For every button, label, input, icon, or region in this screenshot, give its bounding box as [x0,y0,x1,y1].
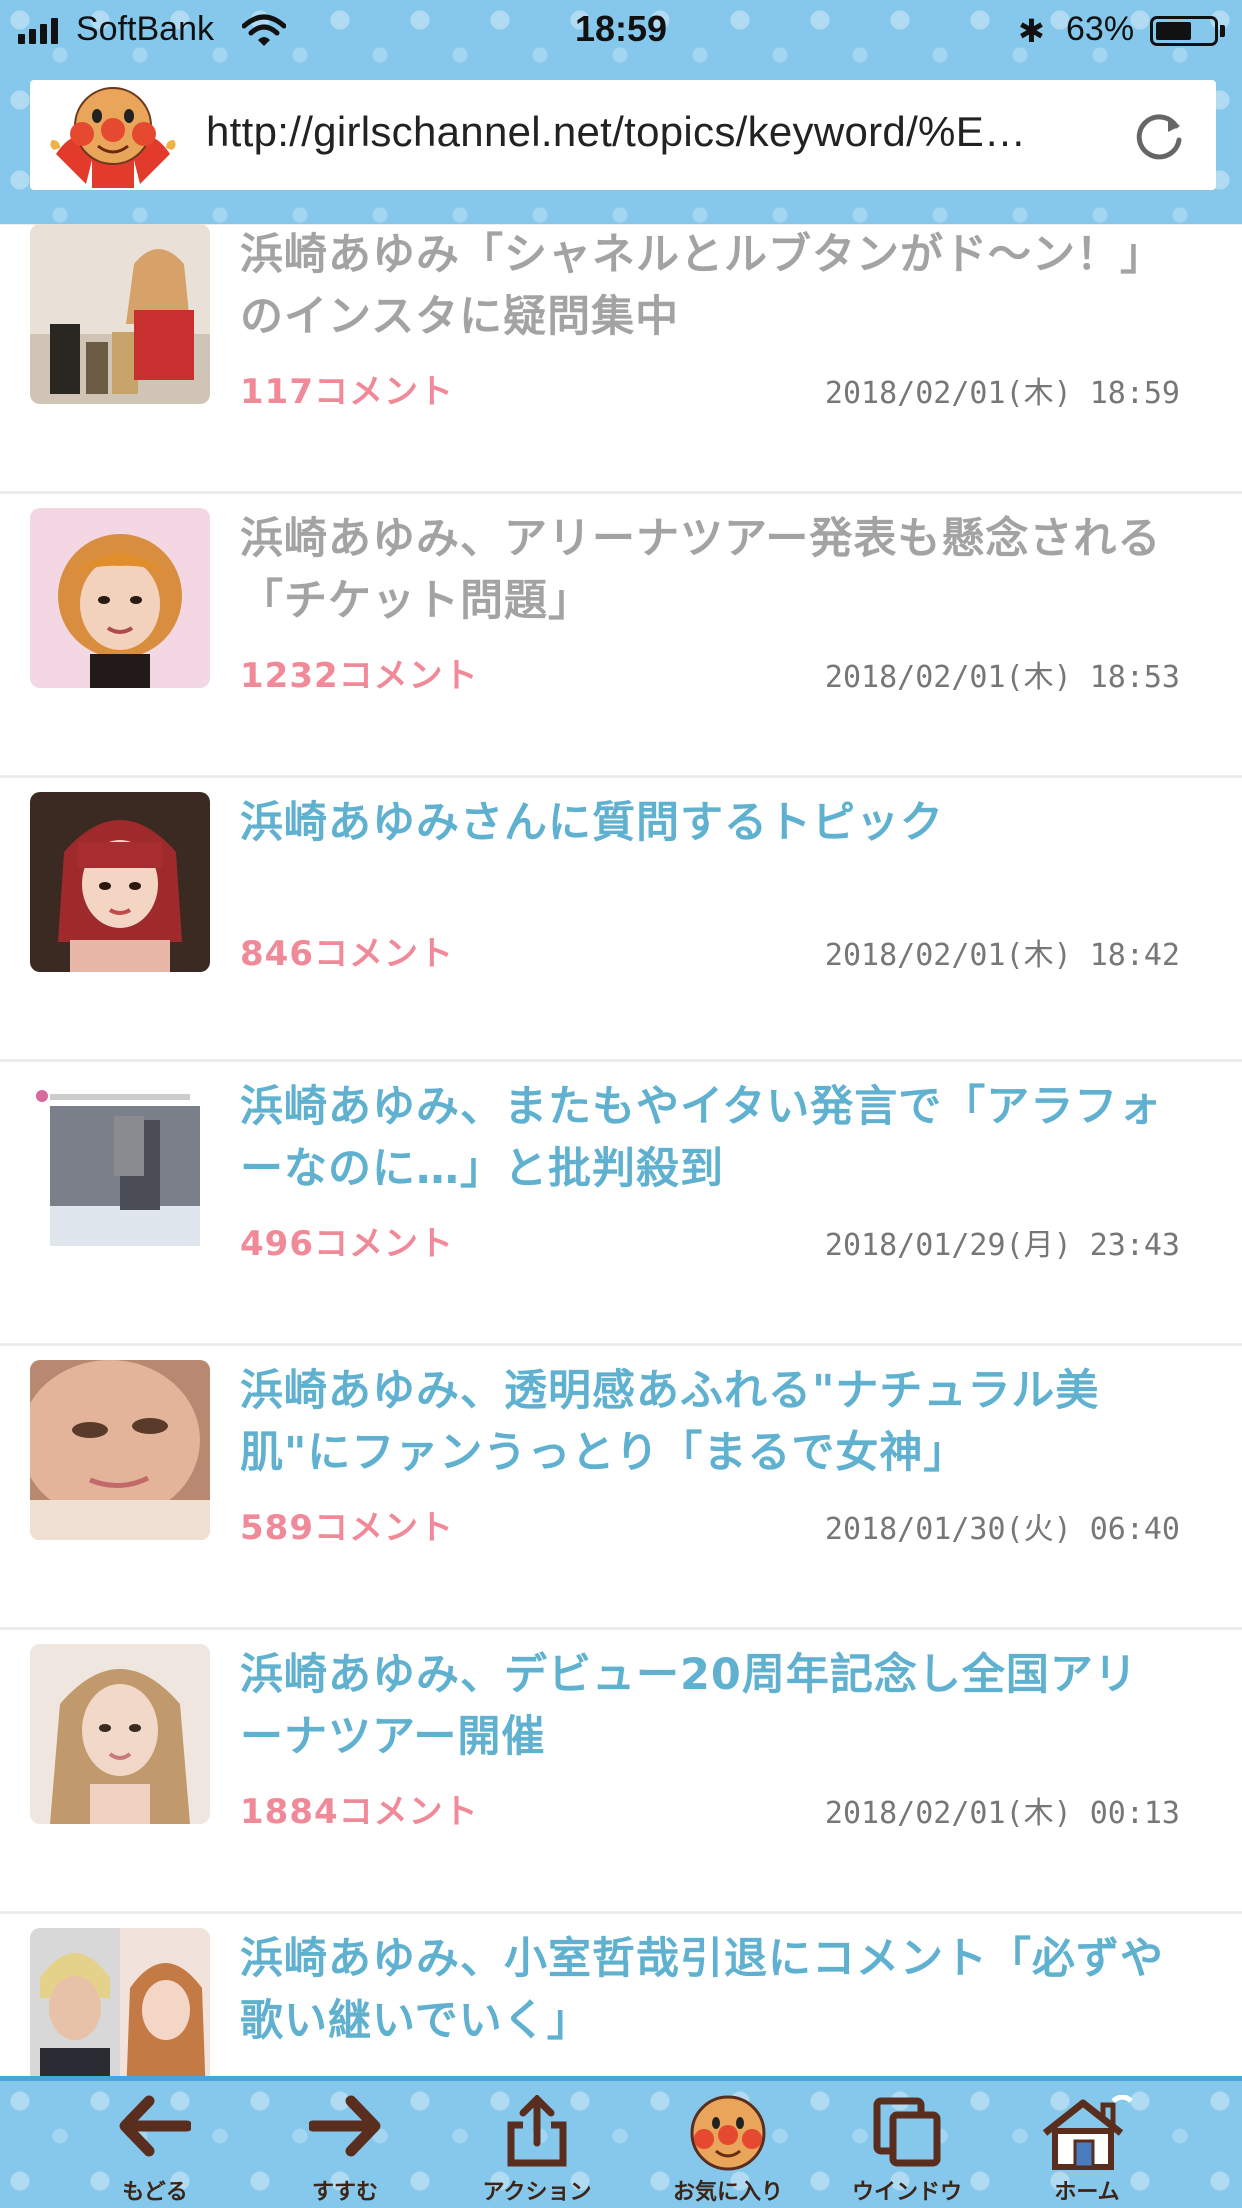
topic-date: 2018/02/01(木) 18:53 [824,660,1180,695]
forward-label: すすむ [311,2180,378,2205]
status-time: 18:59 [574,8,668,49]
topic-thumbnail[interactable] [30,1644,210,1824]
topic-item[interactable]: 浜崎あゆみ、透明感あふれる"ナチュラル美肌"にファンうっとり「まるで女神」 58… [0,1346,1242,1630]
action-button[interactable]: アクション [452,2081,622,2208]
back-arrow-icon [119,2095,191,2157]
topic-date: 2018/02/01(木) 18:59 [824,376,1180,411]
topic-item[interactable]: 浜崎あゆみ、小室哲哉引退にコメント「必ずや歌い継いでいく」 [0,1914,1242,2076]
reload-icon[interactable] [1130,106,1188,164]
anpanman-favorites-icon [690,2095,766,2171]
topic-thumbnail[interactable] [30,1076,210,1256]
topic-item[interactable]: 浜崎あゆみ「シャネルとルブタンがド〜ン！」のインスタに疑問集中 117コメント … [0,224,1242,494]
forward-button[interactable]: すすむ [260,2081,430,2208]
window-button[interactable]: ウインドウ [822,2081,992,2208]
forward-arrow-icon [309,2095,381,2157]
comment-count: 496コメント [240,1224,454,1264]
battery-percent: 63% [1066,10,1135,48]
topic-thumbnail[interactable] [30,1360,210,1540]
bluetooth-icon: ✱ [1018,12,1045,50]
topic-title[interactable]: 浜崎あゆみ、デビュー20周年記念し全国アリーナツアー開催 [240,1644,1180,1768]
anpanman-mascot-icon[interactable] [46,84,180,188]
topic-date: 2018/01/30(火) 06:40 [824,1512,1180,1547]
url-text[interactable]: http://girlschannel.net/topics/keyword/%… [206,108,1126,156]
home-icon [1042,2095,1133,2170]
topic-item[interactable]: 浜崎あゆみ、またもやイタい発言で「アラフォーなのに…」と批判殺到 496コメント… [0,1062,1242,1346]
topic-thumbnail[interactable] [30,508,210,688]
topic-title[interactable]: 浜崎あゆみ、小室哲哉引退にコメント「必ずや歌い継いでいく」 [240,1928,1180,2052]
back-label: もどる [122,2180,188,2205]
battery-cap [1220,25,1225,37]
home-label: ホーム [1054,2180,1120,2205]
topic-title[interactable]: 浜崎あゆみ、またもやイタい発言で「アラフォーなのに…」と批判殺到 [240,1076,1180,1200]
browser-header: SoftBank 18:59 ✱ 63% http://girlschannel… [0,0,1242,224]
topic-item[interactable]: 浜崎あゆみ、デビュー20周年記念し全国アリーナツアー開催 1884コメント 20… [0,1630,1242,1914]
topic-list: 浜崎あゆみ「シャネルとルブタンがド〜ン！」のインスタに疑問集中 117コメント … [0,224,1242,2076]
topic-title[interactable]: 浜崎あゆみ、透明感あふれる"ナチュラル美肌"にファンうっとり「まるで女神」 [240,1360,1180,1484]
topic-thumbnail[interactable] [30,1928,210,2076]
topic-item[interactable]: 浜崎あゆみ、アリーナツアー発表も懸念される「チケット問題」 1232コメント 2… [0,494,1242,778]
comment-count: 846コメント [240,934,454,974]
window-icon [873,2097,941,2167]
comment-count: 1232コメント [240,656,479,696]
topic-date: 2018/01/29(月) 23:43 [824,1228,1180,1263]
comment-count: 1884コメント [240,1792,479,1832]
comment-count: 117コメント [240,372,454,412]
topic-date: 2018/02/01(木) 18:42 [824,938,1180,973]
status-bar: SoftBank 18:59 ✱ 63% [0,0,1242,62]
topic-title[interactable]: 浜崎あゆみ「シャネルとルブタンがド〜ン！」のインスタに疑問集中 [240,224,1180,348]
topic-thumbnail[interactable] [30,224,210,404]
favorites-button[interactable]: お気に入り [643,2081,813,2208]
share-icon [507,2095,567,2167]
favorites-label: お気に入り [672,2180,783,2205]
bottom-toolbar: もどる すすむ アクション お気に入り ウインドウ ホーム [0,2076,1242,2208]
topic-title[interactable]: 浜崎あゆみさんに質問するトピック [240,792,1180,854]
action-label: アクション [482,2180,592,2205]
battery-level [1156,22,1191,40]
back-button[interactable]: もどる [70,2081,240,2208]
battery-icon [1150,16,1218,46]
topic-item[interactable]: 浜崎あゆみさんに質問するトピック 846コメント 2018/02/01(木) 1… [0,778,1242,1062]
topic-title[interactable]: 浜崎あゆみ、アリーナツアー発表も懸念される「チケット問題」 [240,508,1180,632]
address-bar[interactable]: http://girlschannel.net/topics/keyword/%… [30,80,1216,190]
window-label: ウインドウ [851,2180,962,2205]
topic-thumbnail[interactable] [30,792,210,972]
home-button[interactable]: ホーム [1002,2081,1172,2208]
comment-count: 589コメント [240,1508,454,1548]
topic-date: 2018/02/01(木) 00:13 [824,1796,1180,1831]
